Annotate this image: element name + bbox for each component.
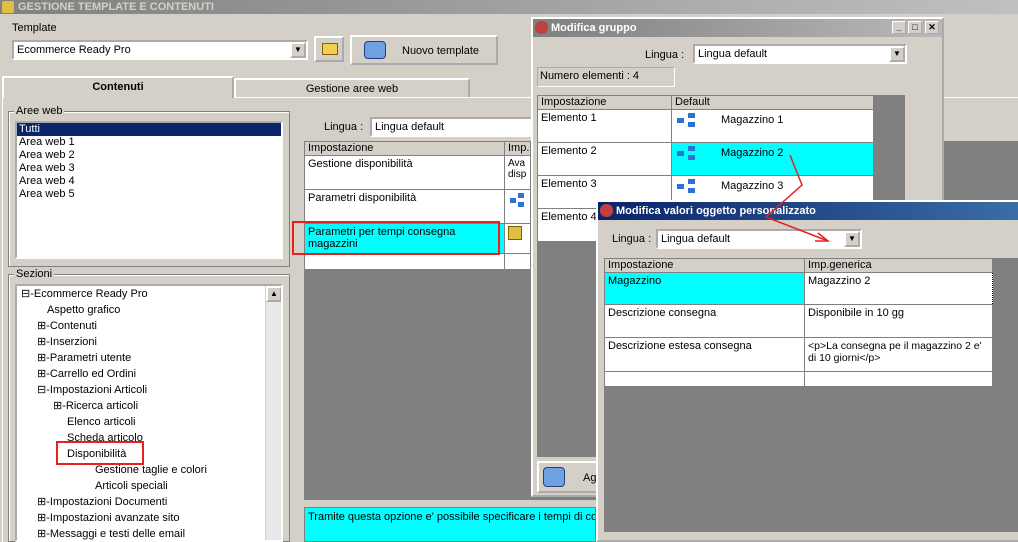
custom-lingua-label: Lingua : (612, 233, 652, 245)
template-select[interactable]: Ecommerce Ready Pro ▼ (12, 40, 308, 60)
tree-item[interactable]: ⊞-Messaggi e testi delle email (17, 526, 281, 540)
main-lingua-label: Lingua : (324, 121, 364, 133)
tab-gestione-label: Gestione aree web (305, 83, 399, 95)
tab-contenuti[interactable]: Contenuti (2, 76, 234, 98)
row-value: Magazzino 1 (721, 113, 784, 126)
element-count-text: Numero elementi : 4 (540, 70, 640, 82)
maximize-button[interactable]: □ (908, 21, 922, 34)
tree-item[interactable]: ⊟-Impostazioni Articoli (17, 382, 281, 398)
window-icon (535, 21, 548, 34)
main-title-bar: GESTIONE TEMPLATE E CONTENUTI (0, 0, 1018, 14)
main-title: GESTIONE TEMPLATE E CONTENUTI (18, 1, 214, 13)
minimize-button[interactable]: _ (892, 21, 906, 34)
new-template-label: Nuovo template (402, 45, 480, 57)
tree-item[interactable]: ⊞-Carrello ed Ordini (17, 366, 281, 382)
group-window-title: Modifica gruppo (551, 22, 637, 34)
template-label: Template (12, 22, 57, 34)
sezioni-label: Sezioni (14, 268, 55, 280)
annotation-box-disponibilita (56, 441, 144, 465)
group-lingua-label: Lingua : (645, 49, 685, 61)
main-lingua-value: Lingua default (375, 121, 445, 133)
table-cell[interactable]: Ava disp (504, 155, 531, 190)
tree-item[interactable]: ⊞-Inserzioni (17, 334, 281, 350)
tree-scrollbar[interactable]: ▲ (265, 286, 281, 540)
table-cell[interactable]: Disponibile in 10 gg (804, 304, 993, 338)
tree-item[interactable]: Elenco articoli (17, 414, 281, 430)
database-add-icon (543, 467, 565, 487)
column-header[interactable]: Default (671, 95, 874, 110)
aree-web-list[interactable]: Tutti Area web 1 Area web 2 Area web 3 A… (15, 121, 283, 259)
tree-item[interactable]: Aspetto grafico (17, 302, 281, 318)
table-row[interactable]: Parametri disponibilità (304, 189, 505, 224)
table-cell[interactable]: <p>La consegna pe il magazzino 2 e' di 1… (804, 337, 993, 372)
database-add-icon (364, 41, 386, 59)
tree-item[interactable]: ⊞-Parametri utente (17, 350, 281, 366)
group-icon (675, 145, 697, 161)
table-cell[interactable]: Magazzino 1 (671, 109, 874, 143)
close-button[interactable]: ✕ (925, 21, 939, 34)
template-value: Ecommerce Ready Pro (17, 44, 131, 56)
chevron-down-icon[interactable]: ▼ (844, 231, 860, 247)
list-item[interactable]: Area web 4 (17, 175, 281, 188)
table-row[interactable]: Descrizione estesa consegna (604, 337, 805, 372)
annotation-box-tempi-consegna (292, 221, 500, 255)
column-header[interactable]: Impostazione (304, 141, 505, 156)
tree-item[interactable]: ⊞-Ricerca articoli (17, 398, 281, 414)
list-item[interactable]: Area web 2 (17, 149, 281, 162)
scroll-up-button[interactable]: ▲ (266, 286, 281, 302)
folder-icon (322, 43, 338, 55)
table-row[interactable]: Elemento 1 (537, 109, 672, 143)
custom-values-grid[interactable]: Impostazione Imp.generica Magazzino Magazz… (604, 258, 993, 387)
add-button-label: Ag (583, 472, 597, 484)
tree-item[interactable]: Articoli speciali (17, 478, 281, 494)
tree-item[interactable]: ⊞-Impostazioni avanzate sito (17, 510, 281, 526)
table-cell[interactable]: Magazzino 2 (804, 272, 993, 305)
column-header[interactable]: Imp.generica (804, 258, 993, 273)
table-row[interactable]: Elemento 2 (537, 142, 672, 176)
tab-contenuti-label: Contenuti (92, 81, 144, 93)
chevron-down-icon[interactable]: ▼ (889, 46, 905, 62)
group-icon (675, 178, 697, 194)
open-folder-button[interactable] (314, 36, 344, 62)
table-row[interactable]: Descrizione consegna (604, 304, 805, 338)
main-lingua-select[interactable]: Lingua default (370, 117, 540, 137)
table-cell[interactable] (504, 189, 531, 224)
group-icon (675, 112, 697, 128)
element-count: Numero elementi : 4 (537, 67, 675, 87)
edit-icon (508, 226, 522, 240)
annotation-arrow (764, 154, 831, 242)
tree-item[interactable]: ⊞-Impostazioni Documenti (17, 494, 281, 510)
list-item[interactable]: Area web 5 (17, 188, 281, 201)
tree-item[interactable]: ⊟-Ecommerce Ready Pro (17, 286, 281, 302)
sezioni-tree[interactable]: ⊟-Ecommerce Ready Pro Aspetto grafico ⊞-… (15, 284, 283, 542)
column-header[interactable]: Impostazione (537, 95, 672, 110)
list-item[interactable]: Area web 3 (17, 162, 281, 175)
list-item[interactable]: Area web 1 (17, 136, 281, 149)
custom-lingua-value: Lingua default (661, 233, 731, 245)
column-header[interactable]: Impostazione (604, 258, 805, 273)
description-box: Tramite questa opzione e' possibile spec… (304, 507, 596, 542)
group-lingua-select[interactable]: Lingua default ▼ (693, 44, 907, 64)
chevron-down-icon[interactable]: ▼ (290, 42, 306, 58)
group-window-title-bar: Modifica gruppo _ □ ✕ (533, 19, 942, 37)
tab-gestione-aree-web[interactable]: Gestione aree web (234, 78, 470, 98)
table-row[interactable]: Magazzino (604, 272, 805, 305)
group-icon (508, 192, 526, 208)
description-text: Tramite questa opzione e' possibile spec… (308, 511, 596, 523)
window-icon (600, 204, 613, 217)
list-item[interactable]: Tutti (17, 123, 281, 136)
table-cell[interactable] (504, 223, 531, 254)
app-icon (2, 1, 14, 13)
group-lingua-value: Lingua default (698, 48, 768, 60)
table-row[interactable]: Gestione disponibilità (304, 155, 505, 190)
aree-web-label: Aree web (14, 105, 65, 117)
new-template-button[interactable]: Nuovo template (350, 35, 498, 65)
tree-item[interactable]: ⊞-Contenuti (17, 318, 281, 334)
column-header[interactable]: Imp. (504, 141, 531, 156)
custom-object-window: Modifica valori oggetto personalizzato L… (596, 200, 1018, 542)
